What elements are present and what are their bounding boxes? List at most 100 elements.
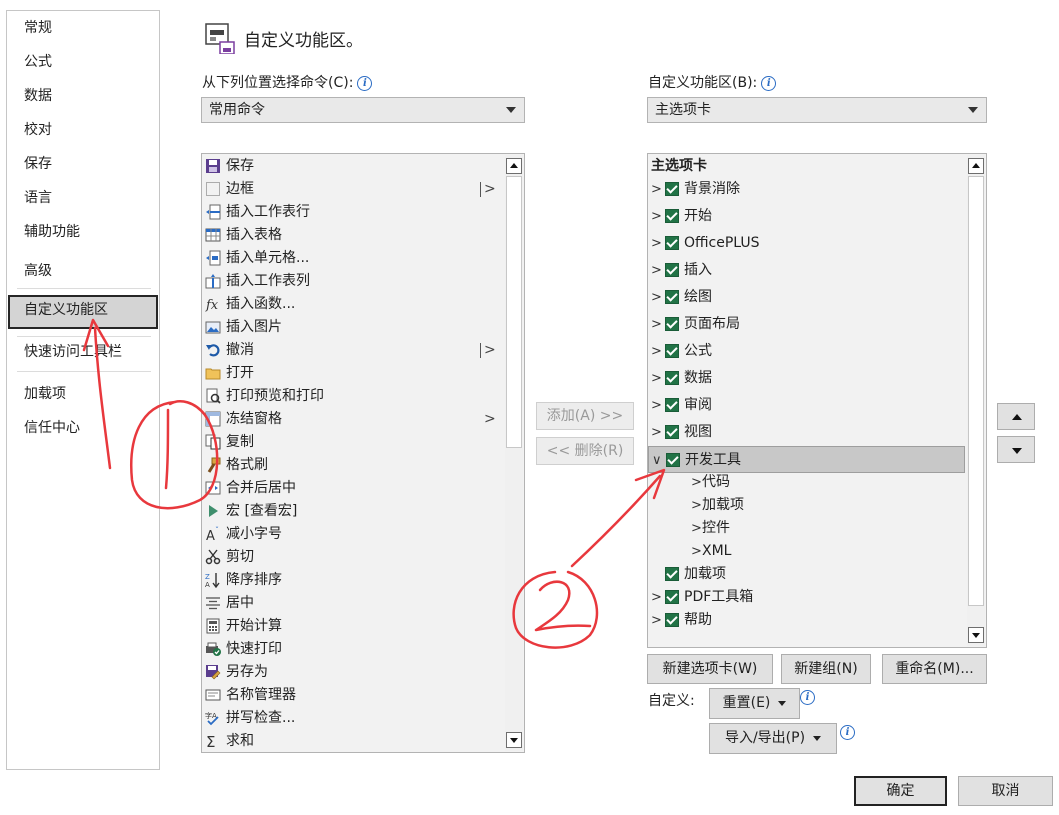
command-item[interactable]: Z A 降序排序 — [204, 569, 504, 592]
command-item[interactable]: Σ 求和 — [204, 730, 504, 752]
tab-checkbox[interactable] — [665, 182, 679, 196]
import-export-dropdown-button[interactable]: 导入/导出(P) — [709, 723, 837, 754]
nav-item-language[interactable]: 语言 — [8, 183, 158, 213]
info-icon[interactable]: i — [800, 690, 815, 705]
scroll-thumb[interactable] — [506, 176, 522, 448]
command-item[interactable]: 另存为 — [204, 661, 504, 684]
command-item[interactable]: 合并后居中 — [204, 477, 504, 500]
tab-checkbox[interactable] — [665, 371, 679, 385]
command-item[interactable]: 字A 拼写检查... — [204, 707, 504, 730]
expand-arrow-icon[interactable]: > — [651, 203, 662, 230]
tab-checkbox[interactable] — [665, 344, 679, 358]
ribbon-tab-item[interactable]: > 公式 — [648, 338, 964, 365]
info-icon[interactable]: i — [840, 725, 855, 740]
command-item[interactable]: 居中 — [204, 592, 504, 615]
expand-arrow-icon[interactable]: > — [651, 338, 662, 365]
tab-checkbox[interactable] — [665, 290, 679, 304]
command-item[interactable]: 插入单元格... — [204, 247, 504, 270]
rename-button[interactable]: 重命名(M)... — [882, 654, 987, 684]
nav-item-data[interactable]: 数据 — [8, 81, 158, 111]
nav-item-trust-center[interactable]: 信任中心 — [8, 413, 158, 443]
info-icon[interactable]: i — [761, 75, 777, 91]
info-icon[interactable]: i — [357, 75, 373, 91]
tab-checkbox[interactable] — [665, 567, 679, 581]
tab-checkbox[interactable] — [665, 398, 679, 412]
ribbon-tab-item[interactable]: > 帮助 — [648, 607, 964, 634]
tree-scrollbar[interactable] — [967, 155, 985, 646]
command-item[interactable]: 插入表格 — [204, 224, 504, 247]
ribbon-tab-item[interactable]: > 数据 — [648, 365, 964, 392]
command-item[interactable]: 打开 — [204, 362, 504, 385]
tab-checkbox[interactable] — [665, 209, 679, 223]
command-item[interactable]: 插入工作表列 — [204, 270, 504, 293]
command-item[interactable]: 开始计算 — [204, 615, 504, 638]
expand-arrow-icon[interactable]: > — [651, 230, 662, 257]
scroll-thumb[interactable] — [968, 176, 984, 606]
nav-item-addins[interactable]: 加载项 — [8, 379, 158, 409]
command-item[interactable]: 打印预览和打印 — [204, 385, 504, 408]
scroll-down-button[interactable] — [968, 627, 984, 643]
choose-commands-dropdown[interactable]: 常用命令 — [201, 97, 525, 123]
nav-item-general[interactable]: 常规 — [8, 13, 158, 43]
expand-arrow-icon[interactable]: > — [651, 311, 662, 338]
scroll-up-button[interactable] — [506, 158, 522, 174]
command-item[interactable]: 名称管理器 — [204, 684, 504, 707]
expand-arrow-icon[interactable]: > — [651, 392, 662, 419]
ribbon-tab-item[interactable]: > 背景消除 — [648, 176, 964, 203]
command-item[interactable]: 撤消 > — [204, 339, 504, 362]
expand-arrow-icon[interactable]: > — [651, 176, 662, 203]
nav-item-proofing[interactable]: 校对 — [8, 115, 158, 145]
command-item[interactable]: 剪切 — [204, 546, 504, 569]
expand-arrow-icon[interactable]: > — [651, 419, 662, 446]
ribbon-tab-item[interactable]: > 页面布局 — [648, 311, 964, 338]
tab-checkbox[interactable] — [665, 317, 679, 331]
command-item[interactable]: 冻结窗格 > — [204, 408, 504, 431]
reset-dropdown-button[interactable]: 重置(E) — [709, 688, 800, 719]
new-group-button[interactable]: 新建组(N) — [781, 654, 871, 684]
customize-ribbon-dropdown[interactable]: 主选项卡 — [647, 97, 987, 123]
tab-checkbox[interactable] — [666, 453, 680, 467]
tab-checkbox[interactable] — [665, 263, 679, 277]
ribbon-tab-item[interactable]: > 审阅 — [648, 392, 964, 419]
nav-item-quick-access-toolbar[interactable]: 快速访问工具栏 — [8, 337, 158, 367]
command-item[interactable]: A ˇ 减小字号 — [204, 523, 504, 546]
tab-checkbox[interactable] — [665, 613, 679, 627]
ribbon-tab-item[interactable]: > 开始 — [648, 203, 964, 230]
nav-item-save[interactable]: 保存 — [8, 149, 158, 179]
nav-item-advanced[interactable]: 高级 — [8, 256, 158, 286]
tab-checkbox[interactable] — [665, 236, 679, 250]
scroll-down-button[interactable] — [506, 732, 522, 748]
add-button[interactable]: 添加(A) >> — [536, 402, 634, 430]
remove-button[interactable]: << 删除(R) — [536, 437, 634, 465]
command-item[interactable]: 边框 > — [204, 178, 504, 201]
nav-item-formulas[interactable]: 公式 — [8, 47, 158, 77]
command-item[interactable]: fx 插入函数... — [204, 293, 504, 316]
command-item[interactable]: 复制 — [204, 431, 504, 454]
command-item[interactable]: 插入图片 — [204, 316, 504, 339]
tab-checkbox[interactable] — [665, 425, 679, 439]
tab-checkbox[interactable] — [665, 590, 679, 604]
ribbon-tab-item[interactable]: > 视图 — [648, 419, 964, 446]
move-down-button[interactable] — [997, 436, 1035, 463]
command-item[interactable]: 快速打印 — [204, 638, 504, 661]
expand-arrow-icon[interactable]: > — [651, 365, 662, 392]
command-item[interactable]: 保存 — [204, 155, 504, 178]
cancel-button[interactable]: 取消 — [958, 776, 1053, 806]
expand-arrow-icon[interactable]: > — [651, 607, 662, 634]
expand-arrow-icon[interactable]: > — [651, 284, 662, 311]
move-up-button[interactable] — [997, 403, 1035, 430]
nav-item-customize-ribbon[interactable]: 自定义功能区 — [8, 295, 158, 329]
ribbon-tab-item[interactable]: > 绘图 — [648, 284, 964, 311]
commands-scrollbar[interactable] — [505, 155, 523, 751]
nav-item-accessibility[interactable]: 辅助功能 — [8, 217, 158, 247]
new-tab-button[interactable]: 新建选项卡(W) — [647, 654, 773, 684]
command-item[interactable]: 插入工作表行 — [204, 201, 504, 224]
command-item[interactable]: 格式刷 — [204, 454, 504, 477]
ribbon-tab-item[interactable]: > 插入 — [648, 257, 964, 284]
ribbon-tab-item[interactable]: > OfficePLUS — [648, 230, 964, 257]
scroll-up-button[interactable] — [968, 158, 984, 174]
ribbon-tabs-tree[interactable]: 主选项卡 > 背景消除 > 开始 > OfficePLUS > 插入 > 绘图 > 页面布局 > 公式 > 数… — [647, 153, 987, 648]
ok-button[interactable]: 确定 — [854, 776, 947, 806]
commands-listbox[interactable]: 保存 边框 > 插入工作表行 插入表格 插入单元格... 插入工作表列 fx 插入函数... 插入… — [201, 153, 525, 753]
expand-arrow-icon[interactable]: > — [651, 257, 662, 284]
